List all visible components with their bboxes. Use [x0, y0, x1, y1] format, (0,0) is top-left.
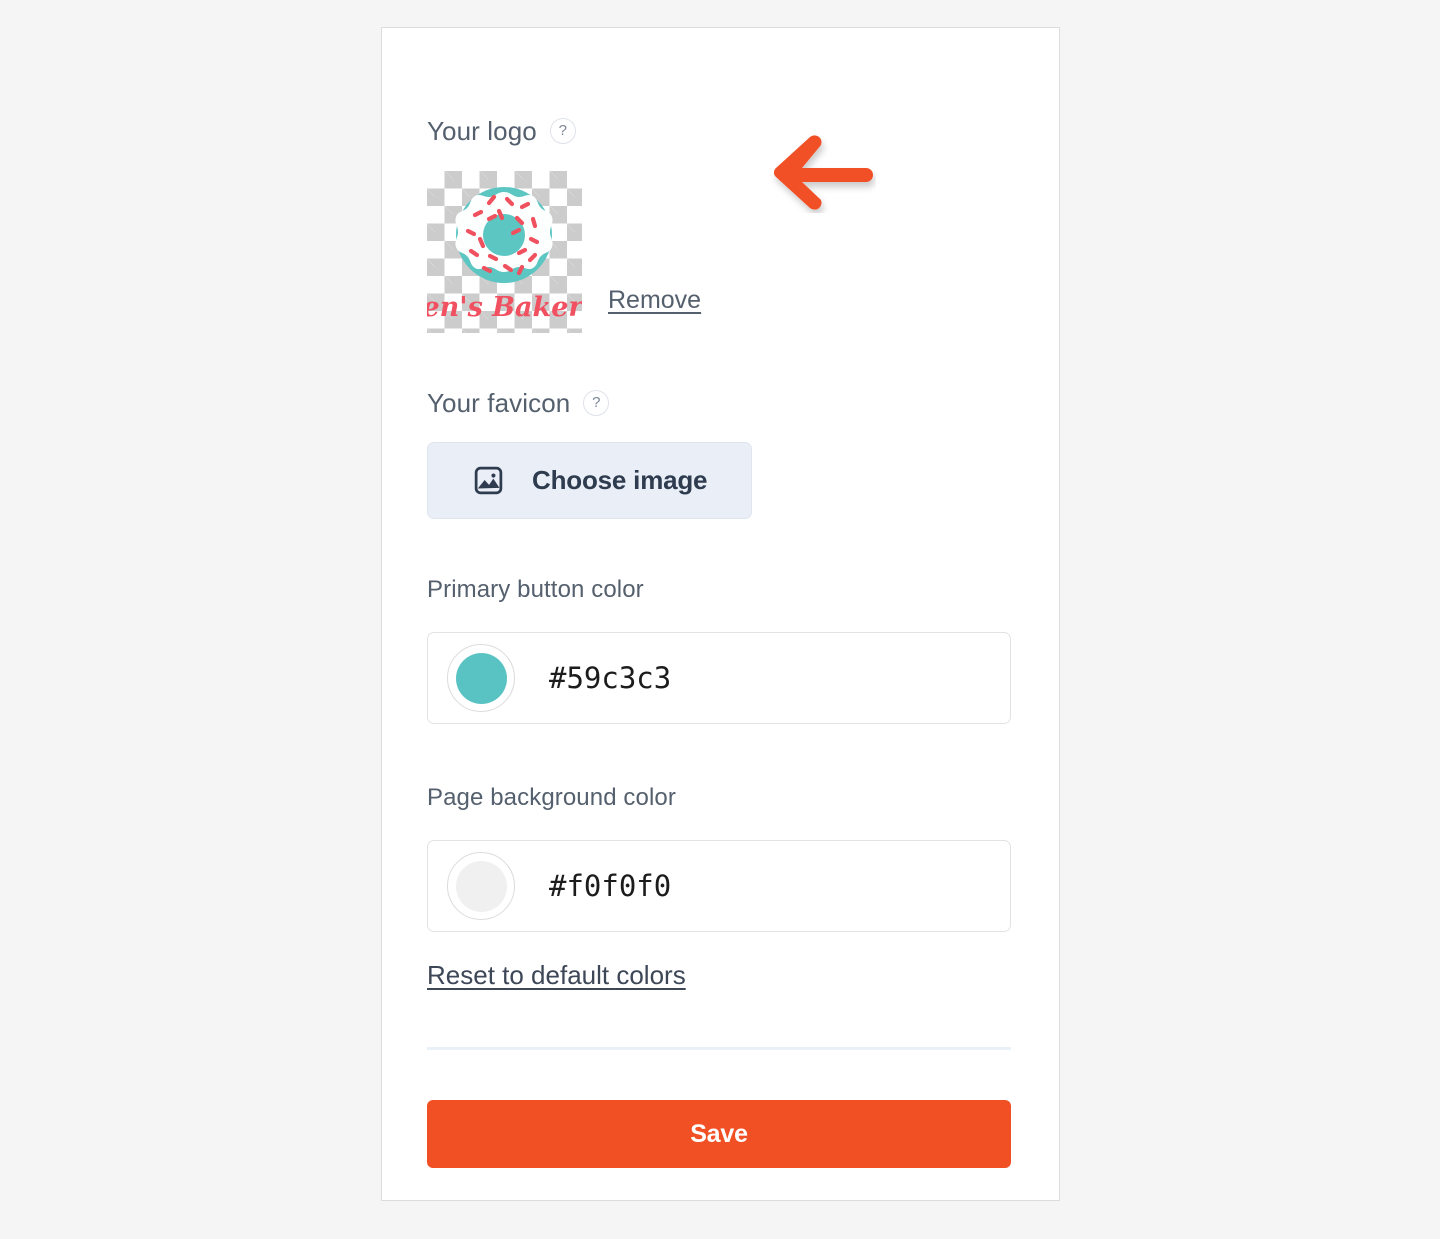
primary-color-swatch [455, 652, 507, 704]
jens-bakery-logo-image: Jen's Bakery [427, 187, 582, 323]
logo-preview: Jen's Bakery [427, 171, 582, 333]
primary-button-color-input[interactable]: #59c3c3 [427, 632, 1011, 724]
choose-image-button[interactable]: Choose image [427, 442, 752, 519]
logo-preview-row: Jen's Bakery Remove [427, 171, 701, 333]
primary-button-color-label: Primary button color [427, 576, 644, 603]
favicon-section-label: Your favicon ? [427, 388, 610, 418]
logo-label-text: Your logo [427, 116, 537, 146]
page-background-color-swatch [455, 860, 507, 912]
card-content: Your logo ? n's Baker Remove Your favico… [427, 28, 1011, 1200]
help-badge-text: ? [558, 122, 568, 139]
image-icon [474, 466, 503, 495]
logo-section-label: Your logo ? [427, 118, 576, 144]
page-background-color-input[interactable]: #f0f0f0 [427, 840, 1011, 932]
favicon-label-text: Your favicon [427, 388, 571, 418]
question-mark-icon[interactable]: ? [549, 118, 576, 144]
reset-to-default-colors-link[interactable]: Reset to default colors [427, 960, 686, 991]
logo-brand-text: Jen's Bakery [427, 292, 582, 323]
left-arrow-icon [773, 135, 873, 210]
question-mark-icon[interactable]: ? [583, 390, 610, 416]
page-background-color-value: #f0f0f0 [549, 869, 672, 903]
remove-logo-link[interactable]: Remove [608, 286, 701, 315]
footer-divider [427, 1047, 1011, 1050]
page-background-color-label: Page background color [427, 784, 676, 811]
primary-color-value: #59c3c3 [549, 661, 672, 695]
help-badge-text: ? [592, 394, 601, 411]
choose-image-label: Choose image [532, 465, 708, 495]
save-button[interactable]: Save [427, 1100, 1011, 1168]
settings-card: Your logo ? n's Baker Remove Your favico… [381, 27, 1060, 1201]
color-swatch-icon[interactable] [447, 852, 515, 920]
color-swatch-icon[interactable] [447, 644, 515, 712]
